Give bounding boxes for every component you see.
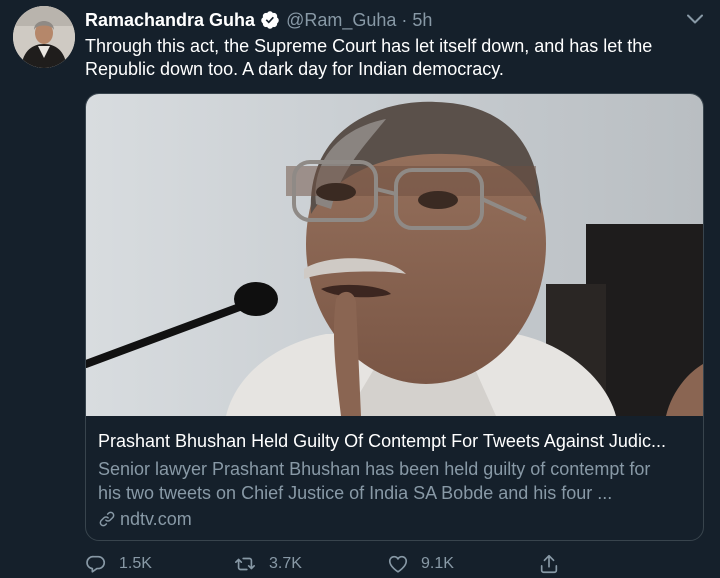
link-card[interactable]: Prashant Bhushan Held Guilty Of Contempt… — [85, 93, 704, 541]
card-description: Senior lawyer Prashant Bhushan has been … — [98, 457, 698, 505]
card-title: Prashant Bhushan Held Guilty Of Contempt… — [98, 431, 666, 451]
retweet-count: 3.7K — [269, 555, 302, 572]
separator-dot: · — [401, 9, 408, 30]
tweet-header: Ramachandra Guha @Ram_Guha · 5h — [85, 8, 432, 32]
author-name[interactable]: Ramachandra Guha — [85, 10, 255, 31]
share-button[interactable] — [538, 552, 572, 576]
card-domain: ndtv.com — [98, 507, 698, 531]
tweet-timestamp[interactable]: 5h — [412, 10, 432, 31]
share-icon — [540, 554, 558, 574]
tweet[interactable]: Ramachandra Guha @Ram_Guha · 5h Through … — [0, 0, 720, 578]
card-image — [86, 94, 703, 416]
card-body: Prashant Bhushan Held Guilty Of Contempt… — [98, 429, 698, 531]
tweet-text: Through this act, the Supreme Court has … — [85, 36, 653, 79]
card-domain-text: ndtv.com — [120, 509, 192, 529]
avatar[interactable] — [13, 6, 75, 68]
chevron-down-icon[interactable] — [684, 10, 706, 28]
like-icon — [388, 555, 408, 573]
card-description-line: Senior lawyer Prashant Bhushan has been … — [98, 459, 651, 479]
reply-button[interactable]: 1.5K — [85, 552, 152, 576]
like-count: 9.1K — [421, 555, 454, 572]
link-icon — [99, 511, 115, 527]
retweet-button[interactable]: 3.7K — [233, 552, 302, 576]
like-button[interactable]: 9.1K — [387, 552, 454, 576]
verified-badge-icon — [260, 10, 280, 30]
card-description-line: his two tweets on Chief Justice of India… — [98, 483, 613, 503]
avatar-photo — [13, 6, 75, 68]
reply-icon — [86, 555, 106, 573]
reply-count: 1.5K — [119, 555, 152, 572]
retweet-icon — [235, 557, 255, 571]
author-handle[interactable]: @Ram_Guha — [286, 10, 396, 31]
